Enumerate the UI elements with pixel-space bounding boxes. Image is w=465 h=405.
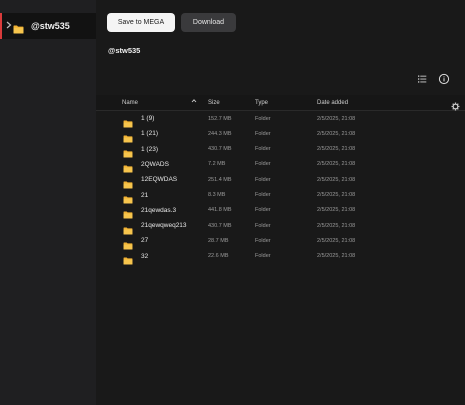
row-size: 441.8 MB — [208, 207, 232, 214]
sort-ascending-icon[interactable] — [191, 98, 197, 106]
app-window: @stw535 Save to MEGA Download @stw535 Na… — [0, 0, 465, 405]
row-name: 21qewqweq213 — [141, 222, 187, 230]
column-header-type[interactable]: Type — [255, 99, 268, 107]
row-size: 28.7 MB — [208, 237, 229, 244]
gear-icon[interactable] — [451, 98, 460, 111]
table-row[interactable]: 1 (23) 430.7 MB Folder 2/5/2025, 21:08 — [96, 142, 465, 158]
row-size: 152.7 MB — [208, 115, 232, 122]
row-type: Folder — [255, 115, 271, 122]
download-button[interactable]: Download — [181, 13, 236, 32]
row-name: 27 — [141, 237, 149, 245]
row-date-added: 2/5/2025, 21:08 — [317, 237, 356, 244]
column-header-date[interactable]: Date added — [317, 99, 348, 107]
row-name: 21 — [141, 191, 149, 199]
info-icon[interactable] — [437, 72, 451, 86]
row-type: Folder — [255, 176, 271, 183]
row-date-added: 2/5/2025, 21:08 — [317, 146, 356, 153]
row-type: Folder — [255, 130, 271, 137]
row-name: 1 (23) — [141, 145, 158, 153]
row-type: Folder — [255, 237, 271, 244]
row-date-added: 2/5/2025, 21:08 — [317, 161, 356, 168]
table-row[interactable]: 2QWADS 7.2 MB Folder 2/5/2025, 21:08 — [96, 157, 465, 173]
main-panel: Save to MEGA Download @stw535 Name Size … — [96, 0, 465, 405]
row-date-added: 2/5/2025, 21:08 — [317, 192, 356, 198]
row-date-added: 2/5/2025, 21:08 — [317, 253, 356, 260]
row-date-added: 2/5/2025, 21:08 — [317, 207, 356, 214]
row-name: 2QWADS — [141, 160, 169, 168]
table-row[interactable]: 1 (9) 152.7 MB Folder 2/5/2025, 21:08 — [96, 111, 465, 128]
sidebar: @stw535 — [0, 0, 96, 405]
column-header-size[interactable]: Size — [208, 99, 220, 107]
row-size: 244.3 MB — [208, 130, 232, 137]
row-type: Folder — [255, 207, 271, 214]
list-view-icon[interactable] — [415, 72, 429, 86]
row-name: 21qewdas.3 — [141, 206, 177, 214]
row-size: 430.7 MB — [208, 146, 232, 153]
sidebar-item-label: @stw535 — [31, 21, 70, 31]
row-date-added: 2/5/2025, 21:08 — [317, 222, 356, 229]
table-header: Name Size Type Date added — [96, 95, 465, 111]
sidebar-item-stw535[interactable]: @stw535 — [0, 13, 96, 39]
row-name: 12EQWDAS — [141, 176, 178, 184]
column-header-name[interactable]: Name — [122, 99, 138, 107]
row-name: 1 (21) — [141, 130, 158, 138]
row-size: 430.7 MB — [208, 222, 232, 229]
row-type: Folder — [255, 253, 271, 260]
row-name: 1 (9) — [141, 115, 155, 122]
row-size: 8.3 MB — [208, 192, 226, 198]
table-row[interactable]: 21qewdas.3 441.8 MB Folder 2/5/2025, 21:08 — [96, 203, 465, 219]
row-size: 251.4 MB — [208, 176, 232, 183]
row-date-added: 2/5/2025, 21:08 — [317, 176, 356, 183]
row-size: 7.2 MB — [208, 161, 226, 168]
row-date-added: 2/5/2025, 21:08 — [317, 130, 356, 137]
row-date-added: 2/5/2025, 21:08 — [317, 115, 356, 122]
page-title: @stw535 — [108, 46, 141, 55]
row-type: Folder — [255, 222, 271, 229]
row-type: Folder — [255, 192, 271, 198]
selection-indicator — [0, 13, 2, 39]
row-type: Folder — [255, 146, 271, 153]
row-type: Folder — [255, 161, 271, 168]
row-name: 32 — [141, 252, 149, 260]
table-row[interactable]: 27 28.7 MB Folder 2/5/2025, 21:08 — [96, 233, 465, 250]
row-size: 22.6 MB — [208, 253, 229, 260]
table-row[interactable]: 1 (21) 244.3 MB Folder 2/5/2025, 21:08 — [96, 126, 465, 143]
table-row[interactable]: 12EQWDAS 251.4 MB Folder 2/5/2025, 21:08 — [96, 172, 465, 189]
folder-icon — [123, 252, 133, 270]
table-row[interactable]: 21qewqweq213 430.7 MB Folder 2/5/2025, 21:0… — [96, 218, 465, 235]
save-to-mega-button[interactable]: Save to MEGA — [107, 13, 175, 32]
table-row[interactable]: 21 8.3 MB Folder 2/5/2025, 21:08 — [96, 188, 465, 204]
table-row[interactable]: 32 22.6 MB Folder 2/5/2025, 21:08 — [96, 249, 465, 265]
folder-icon — [13, 21, 24, 39]
